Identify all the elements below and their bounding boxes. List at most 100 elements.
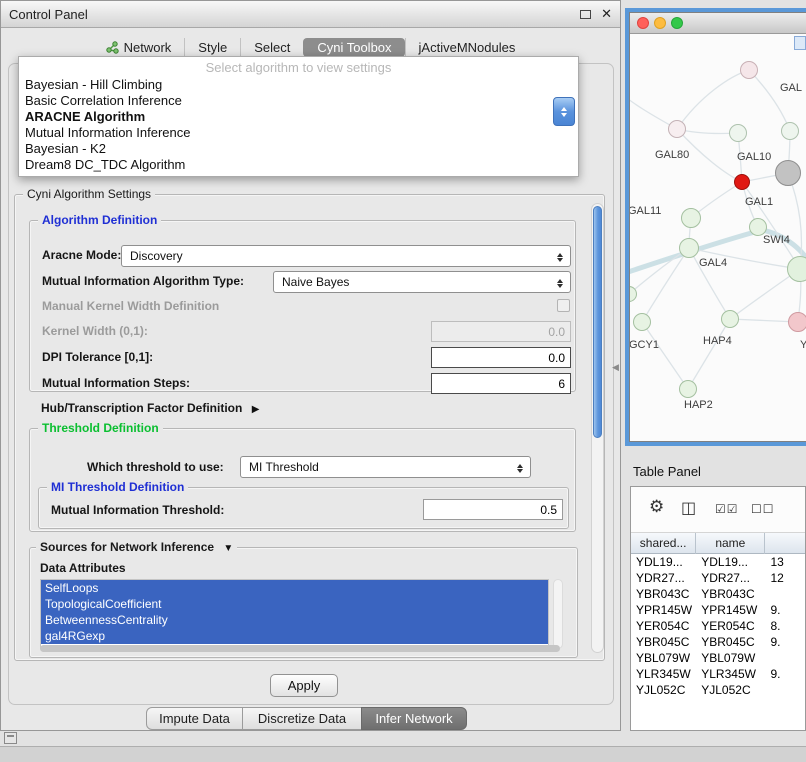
popup-item-aracne[interactable]: ARACNE Algorithm bbox=[19, 109, 578, 125]
network-node[interactable] bbox=[729, 124, 747, 142]
tab-style[interactable]: Style bbox=[184, 38, 240, 57]
columns-icon[interactable]: ◫ bbox=[681, 498, 696, 518]
popup-item-basic-correlation[interactable]: Basic Correlation Inference bbox=[19, 93, 578, 109]
table-cell[interactable]: 9. bbox=[765, 602, 805, 618]
table-cell[interactable]: 9. bbox=[765, 666, 805, 682]
algorithm-combo-button[interactable] bbox=[553, 97, 575, 126]
table-row[interactable]: YBR045CYBR045C9. bbox=[631, 634, 805, 650]
table-row[interactable]: YPR145WYPR145W9. bbox=[631, 602, 805, 618]
network-node[interactable] bbox=[787, 256, 806, 282]
network-node[interactable] bbox=[679, 238, 699, 258]
mi-threshold-field[interactable] bbox=[423, 499, 563, 520]
table-cell[interactable]: 9. bbox=[765, 634, 805, 650]
mi-algorithm-type-combo[interactable]: Naive Bayes bbox=[273, 271, 571, 293]
table-cell[interactable]: 13 bbox=[765, 554, 805, 570]
close-traffic-light[interactable] bbox=[637, 17, 649, 29]
float-window-icon[interactable] bbox=[580, 10, 591, 19]
table-cell[interactable]: YBR045C bbox=[696, 634, 765, 650]
table-cell[interactable]: YJL052C bbox=[696, 682, 765, 698]
window-title: Control Panel bbox=[9, 7, 88, 22]
popup-item-dream8[interactable]: Dream8 DC_TDC Algorithm bbox=[19, 157, 578, 173]
column-header-name[interactable]: name bbox=[696, 533, 765, 554]
settings-scrollbar[interactable] bbox=[591, 203, 604, 653]
list-item-selfloops[interactable]: SelfLoops bbox=[41, 580, 548, 596]
close-window-icon[interactable]: ✕ bbox=[601, 6, 612, 22]
table-cell[interactable]: YDL19... bbox=[696, 554, 765, 570]
table-cell[interactable]: YLR345W bbox=[631, 666, 696, 682]
tab-infer-network[interactable]: Infer Network bbox=[361, 707, 467, 730]
network-scrollbar-stub[interactable] bbox=[794, 36, 806, 50]
table-cell[interactable]: YDR27... bbox=[631, 570, 696, 586]
table-cell[interactable]: YPR145W bbox=[696, 602, 765, 618]
table-cell[interactable]: YBR043C bbox=[631, 586, 696, 602]
table-cell[interactable]: YJL052C bbox=[631, 682, 696, 698]
tab-cyni-toolbox[interactable]: Cyni Toolbox bbox=[303, 38, 404, 57]
tab-select[interactable]: Select bbox=[240, 38, 303, 57]
sources-expander[interactable]: Sources for Network Inference ▼ bbox=[36, 540, 237, 556]
table-cell[interactable]: YDR27... bbox=[696, 570, 765, 586]
hub-transcription-expander[interactable]: Hub/Transcription Factor Definition ▶ bbox=[41, 401, 259, 415]
table-cell[interactable]: YBL079W bbox=[696, 650, 765, 666]
mi-steps-field[interactable] bbox=[431, 373, 571, 394]
table-cell[interactable]: YPR145W bbox=[631, 602, 696, 618]
select-all-columns-icon[interactable]: ☑☑ bbox=[715, 502, 739, 516]
table-row[interactable]: YDL19...YDL19...13 bbox=[631, 554, 805, 570]
table-cell[interactable]: YLR345W bbox=[696, 666, 765, 682]
network-node[interactable] bbox=[781, 122, 799, 140]
tab-network[interactable]: Network bbox=[93, 38, 185, 57]
settings-scrollbar-thumb[interactable] bbox=[593, 206, 602, 438]
mi-threshold-label: Mutual Information Threshold: bbox=[51, 503, 224, 518]
panel-dock-icon[interactable] bbox=[4, 732, 17, 744]
table-cell[interactable]: YBR045C bbox=[631, 634, 696, 650]
tab-impute-data[interactable]: Impute Data bbox=[146, 707, 243, 730]
column-header-cut[interactable] bbox=[765, 533, 805, 554]
table-cell[interactable]: YBR043C bbox=[696, 586, 765, 602]
network-canvas[interactable]: GALGAL80GAL10GAL11GAL1SWI4GAL4GCY1HAP4HA… bbox=[630, 34, 806, 441]
network-node[interactable] bbox=[668, 120, 686, 138]
popup-item-mutual-information[interactable]: Mutual Information Inference bbox=[19, 125, 578, 141]
table-row[interactable]: YER054CYER054C8. bbox=[631, 618, 805, 634]
table-cell[interactable] bbox=[765, 682, 805, 698]
list-item-topologicalcoefficient[interactable]: TopologicalCoefficient bbox=[41, 596, 548, 612]
dpi-tolerance-field[interactable] bbox=[431, 347, 571, 368]
table-cell[interactable]: YER054C bbox=[696, 618, 765, 634]
network-node[interactable] bbox=[775, 160, 801, 186]
tab-jactivemnodules[interactable]: jActiveMNodules bbox=[405, 38, 529, 57]
minimize-traffic-light[interactable] bbox=[654, 17, 666, 29]
table-cell[interactable] bbox=[765, 586, 805, 602]
network-node[interactable] bbox=[788, 312, 806, 332]
network-node[interactable] bbox=[734, 174, 750, 190]
network-node[interactable] bbox=[679, 380, 697, 398]
table-cell[interactable] bbox=[765, 650, 805, 666]
network-node[interactable] bbox=[681, 208, 701, 228]
which-threshold-combo[interactable]: MI Threshold bbox=[240, 456, 531, 478]
apply-button[interactable]: Apply bbox=[270, 674, 338, 697]
tab-discretize-data[interactable]: Discretize Data bbox=[242, 707, 362, 730]
table-row[interactable]: YBL079WYBL079W bbox=[631, 650, 805, 666]
gear-icon[interactable]: ⚙ bbox=[649, 497, 664, 517]
zoom-traffic-light[interactable] bbox=[671, 17, 683, 29]
splitter-collapse-icon[interactable]: ◀ bbox=[612, 362, 619, 373]
node-label: GAL4 bbox=[699, 257, 727, 269]
network-node[interactable] bbox=[740, 61, 758, 79]
deselect-all-columns-icon[interactable]: ☐☐ bbox=[751, 502, 775, 516]
table-row[interactable]: YJL052CYJL052C bbox=[631, 682, 805, 698]
popup-item-bayesian-k2[interactable]: Bayesian - K2 bbox=[19, 141, 578, 157]
list-item-betweennesscentrality[interactable]: BetweennessCentrality bbox=[41, 612, 548, 628]
network-node[interactable] bbox=[721, 310, 739, 328]
table-cell[interactable]: 12 bbox=[765, 570, 805, 586]
table-cell[interactable]: YBL079W bbox=[631, 650, 696, 666]
network-node[interactable] bbox=[633, 313, 651, 331]
table-row[interactable]: YDR27...YDR27...12 bbox=[631, 570, 805, 586]
column-header-shared-name[interactable]: shared... bbox=[631, 533, 696, 554]
list-item-gal4rgexp[interactable]: gal4RGexp bbox=[41, 628, 548, 644]
table-row[interactable]: YBR043CYBR043C bbox=[631, 586, 805, 602]
aracne-mode-combo[interactable]: Discovery bbox=[121, 245, 571, 267]
popup-item-bayesian-hill-climbing[interactable]: Bayesian - Hill Climbing bbox=[19, 77, 578, 93]
attributes-hscrollbar[interactable] bbox=[40, 645, 560, 652]
table-cell[interactable]: YER054C bbox=[631, 618, 696, 634]
table-cell[interactable]: YDL19... bbox=[631, 554, 696, 570]
table-row[interactable]: YLR345WYLR345W9. bbox=[631, 666, 805, 682]
attributes-list-scrollbar[interactable] bbox=[553, 579, 563, 649]
table-cell[interactable]: 8. bbox=[765, 618, 805, 634]
